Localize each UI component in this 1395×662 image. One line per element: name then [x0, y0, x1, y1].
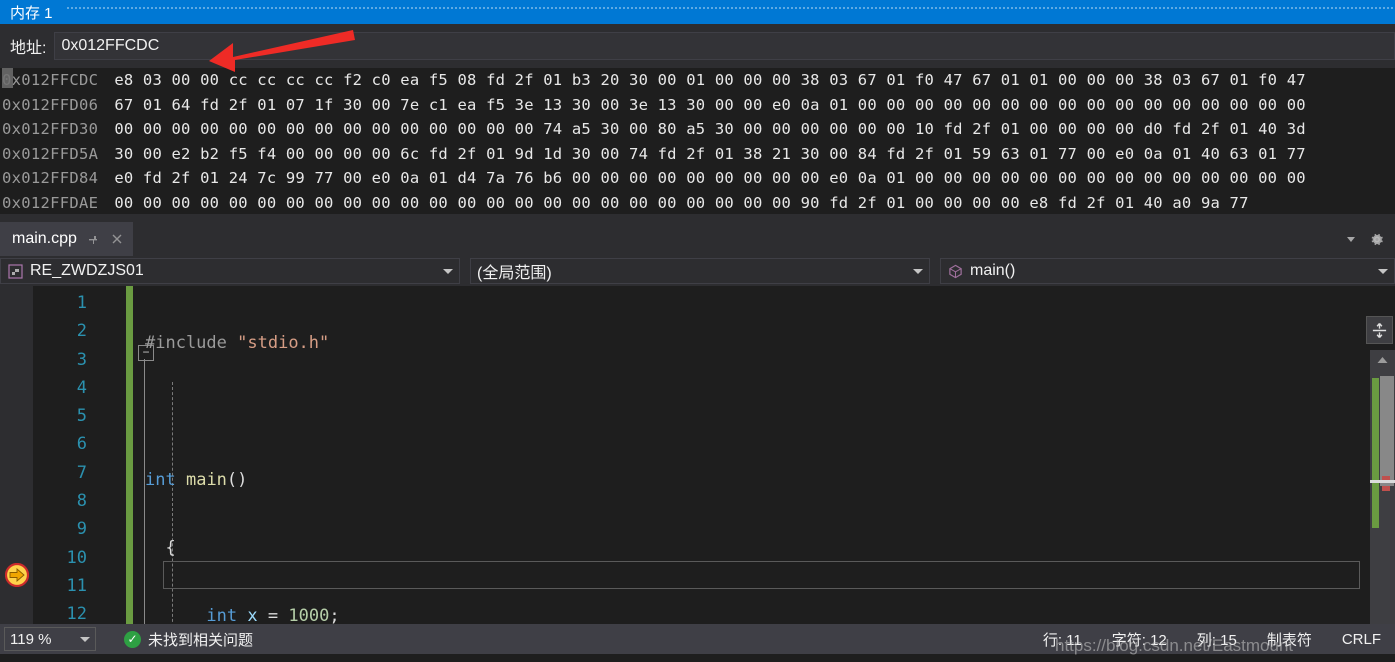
tabstrip-filler	[133, 222, 1343, 256]
chevron-down-icon[interactable]	[80, 636, 90, 642]
memory-window-bottom-edge	[0, 214, 1395, 222]
memory-tab-label: 内存 1	[10, 4, 53, 22]
memory-toolbar: 地址:	[0, 24, 1395, 68]
navbar-function-label: main()	[970, 262, 1016, 279]
window-bottom-edge	[0, 654, 1395, 662]
memory-row[interactable]: 0x012FFDAE 00 00 00 00 00 00 00 00 00 00…	[0, 191, 1395, 214]
scrollbar-change-indicator	[1372, 378, 1379, 528]
memory-row[interactable]: 0x012FFD5A 30 00 e2 b2 f5 f4 00 00 00 00…	[0, 142, 1395, 167]
line-number: 3	[76, 349, 87, 370]
address-label: 地址:	[10, 40, 47, 57]
line-number: 5	[76, 406, 87, 427]
address-input[interactable]	[54, 32, 1395, 60]
chevron-down-icon[interactable]	[1343, 231, 1359, 247]
status-issues[interactable]: ✓ 未找到相关问题	[124, 629, 253, 650]
code-line: int main()	[145, 469, 248, 490]
line-number: 11	[66, 575, 87, 596]
chevron-down-icon[interactable]	[1378, 268, 1388, 274]
vertical-scrollbar[interactable]	[1370, 350, 1395, 640]
memory-window-titlebar: 内存 1	[0, 0, 1395, 24]
editor-tab-label: main.cpp	[12, 230, 77, 247]
editor-navigation-bar: RE_ZWDZJS01 (全局范围) main()	[0, 256, 1395, 286]
status-issues-text: 未找到相关问题	[148, 631, 254, 649]
method-cube-icon	[947, 263, 963, 279]
memory-row[interactable]: 0x012FFD84 e0 fd 2f 01 24 7c 99 77 00 e0…	[0, 166, 1395, 191]
code-line: {	[145, 537, 176, 558]
memory-row-bytes: e0 fd 2f 01 24 7c 99 77 00 e0 0a 01 d4 7…	[114, 169, 1306, 188]
pin-icon[interactable]	[85, 231, 101, 247]
chevron-down-icon[interactable]	[913, 268, 923, 274]
memory-window: 内存 1 地址: 0x012FFCDC e8 03 00 00 cc cc cc…	[0, 0, 1395, 222]
gear-icon[interactable]	[1369, 231, 1385, 247]
scroll-up-arrow-icon[interactable]	[1370, 350, 1395, 370]
memory-row-address: 0x012FFD06	[2, 95, 99, 114]
memory-row-bytes: e8 03 00 00 cc cc cc cc f2 c0 ea f5 08 f…	[114, 71, 1306, 89]
memory-row-address: 0x012FFD5A	[2, 144, 99, 163]
execution-arrow-icon	[5, 563, 29, 587]
line-number: 10	[66, 547, 87, 568]
titlebar-grip	[66, 0, 1395, 24]
line-number: 6	[76, 434, 87, 455]
line-number-gutter: 1 2 3 4 5 6 7 8 9 10 11 12	[33, 286, 95, 640]
project-icon	[7, 263, 23, 279]
memory-row-bytes: 67 01 64 fd 2f 01 07 1f 30 00 7e c1 ea f…	[114, 95, 1306, 114]
line-number: 2	[76, 321, 87, 342]
code-text[interactable]: #include "stdio.h" int main() { int x = …	[145, 286, 1355, 640]
change-bar	[126, 286, 133, 626]
zoom-level-combo[interactable]: 119 %	[4, 627, 96, 651]
memory-hex-dump[interactable]: 0x012FFCDC e8 03 00 00 cc cc cc cc f2 c0…	[0, 68, 1395, 214]
memory-tab[interactable]: 内存 1	[0, 0, 67, 24]
line-number: 7	[76, 462, 87, 483]
navbar-function-combo[interactable]: main()	[940, 258, 1395, 284]
navbar-project-label: RE_ZWDZJS01	[30, 262, 144, 279]
scrollbar-error-mark	[1382, 486, 1390, 491]
line-number: 8	[76, 491, 87, 512]
code-editor-window: main.cpp RE_ZWDZJS01 (全局范围) main() 1 2 3…	[0, 222, 1395, 662]
scrollbar-caret-position-mark	[1370, 480, 1395, 483]
memory-caret	[2, 68, 13, 88]
editor-tabstrip: main.cpp	[0, 222, 1395, 256]
close-icon[interactable]	[109, 231, 125, 247]
code-area[interactable]: 1 2 3 4 5 6 7 8 9 10 11 12 − #include "s…	[0, 286, 1395, 640]
line-number: 4	[76, 377, 87, 398]
memory-row[interactable]: 0x012FFD06 67 01 64 fd 2f 01 07 1f 30 00…	[0, 93, 1395, 118]
chevron-down-icon[interactable]	[443, 268, 453, 274]
line-number: 1	[76, 293, 87, 313]
navbar-scope-combo[interactable]: (全局范围)	[470, 258, 930, 284]
memory-row-bytes: 30 00 e2 b2 f5 f4 00 00 00 00 6c fd 2f 0…	[114, 144, 1306, 163]
code-line: #include "stdio.h"	[145, 333, 330, 353]
status-eol: CRLF	[1341, 630, 1381, 648]
vertical-scrollbar-thumb[interactable]	[1380, 376, 1394, 486]
tabstrip-controls	[1343, 222, 1395, 256]
memory-row-address: 0x012FFCDC	[2, 71, 99, 89]
line-number: 9	[76, 519, 87, 540]
status-line: 行: 11	[1042, 631, 1082, 649]
status-bar-right: 行: 11 字符: 12 列: 15 制表符 CRLF	[1043, 629, 1395, 650]
memory-row-bytes: 00 00 00 00 00 00 00 00 00 00 00 00 00 0…	[114, 193, 1249, 212]
status-col: 列: 15	[1196, 631, 1237, 649]
split-editor-icon[interactable]	[1366, 316, 1393, 344]
status-bar: 119 % ✓ 未找到相关问题 行: 11 字符: 12 列: 15 制表符 C…	[0, 624, 1395, 654]
memory-row-address: 0x012FFD84	[2, 169, 99, 188]
status-char: 字符: 12	[1111, 631, 1167, 649]
zoom-level-value: 119 %	[10, 630, 52, 648]
memory-row-address: 0x012FFDAE	[2, 193, 99, 212]
memory-row-address: 0x012FFD30	[2, 120, 99, 139]
ok-check-icon: ✓	[124, 630, 141, 648]
navbar-project-combo[interactable]: RE_ZWDZJS01	[0, 258, 460, 284]
memory-row-bytes: 00 00 00 00 00 00 00 00 00 00 00 00 00 0…	[114, 120, 1306, 139]
editor-tab-main-cpp[interactable]: main.cpp	[0, 222, 133, 256]
navbar-scope-label: (全局范围)	[477, 265, 552, 282]
status-tabs: 制表符	[1266, 631, 1312, 649]
memory-row[interactable]: 0x012FFD30 00 00 00 00 00 00 00 00 00 00…	[0, 117, 1395, 142]
memory-row[interactable]: 0x012FFCDC e8 03 00 00 cc cc cc cc f2 c0…	[0, 68, 1395, 93]
